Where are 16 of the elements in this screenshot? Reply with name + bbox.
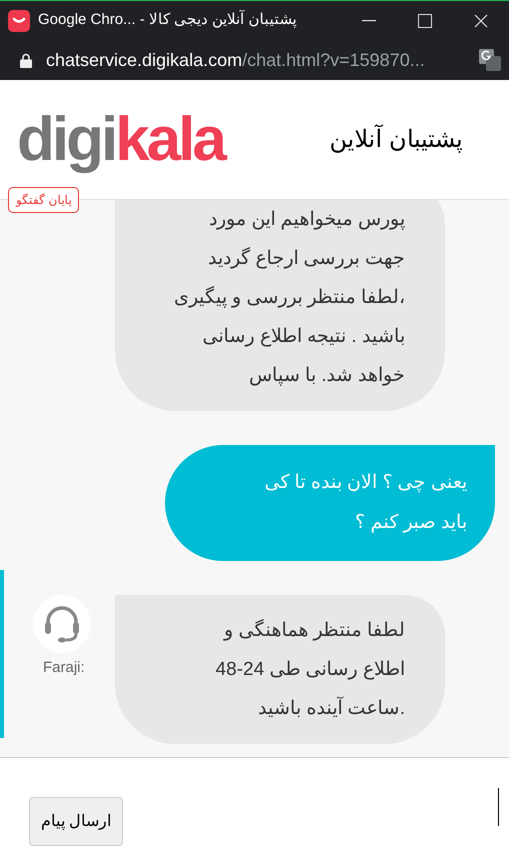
header-title: پشتیبان آنلاین	[329, 124, 463, 155]
url-text[interactable]: chatservice.digikala.com/chat.html?v=159870...	[46, 46, 425, 74]
text-cursor	[498, 788, 499, 826]
end-chat-button[interactable]: پایان گفتگو	[8, 187, 80, 213]
minimize-icon	[362, 20, 376, 22]
maximize-icon	[418, 14, 432, 28]
window-title: Google Chro... - پشتیبان آنلاین دیجی کالا	[38, 9, 296, 30]
agent-message-bubble: لطفا منتظر هماهنگی و اطلاع رسانی طی 24-48 .ساعت آینده باشید	[115, 595, 445, 744]
close-icon	[474, 14, 488, 28]
agent-message-bubble: پورس میخواهیم این مورد جهت بررسی ارجاع گردید ،لطفا منتظر بررسی و پیگیری باشید . نتیجه اطلاع رسانی خواهد شد. با سپاس	[115, 200, 445, 411]
app-icon	[8, 10, 30, 32]
agent-name: Faraji:	[43, 658, 85, 678]
lock-icon	[20, 52, 32, 68]
user-message-bubble: یعنی چی ؟ الان بنده تا کی باید صبر کنم ؟	[165, 445, 495, 561]
translate-icon[interactable]	[479, 49, 501, 71]
send-button[interactable]: ارسال پیام	[29, 797, 123, 846]
